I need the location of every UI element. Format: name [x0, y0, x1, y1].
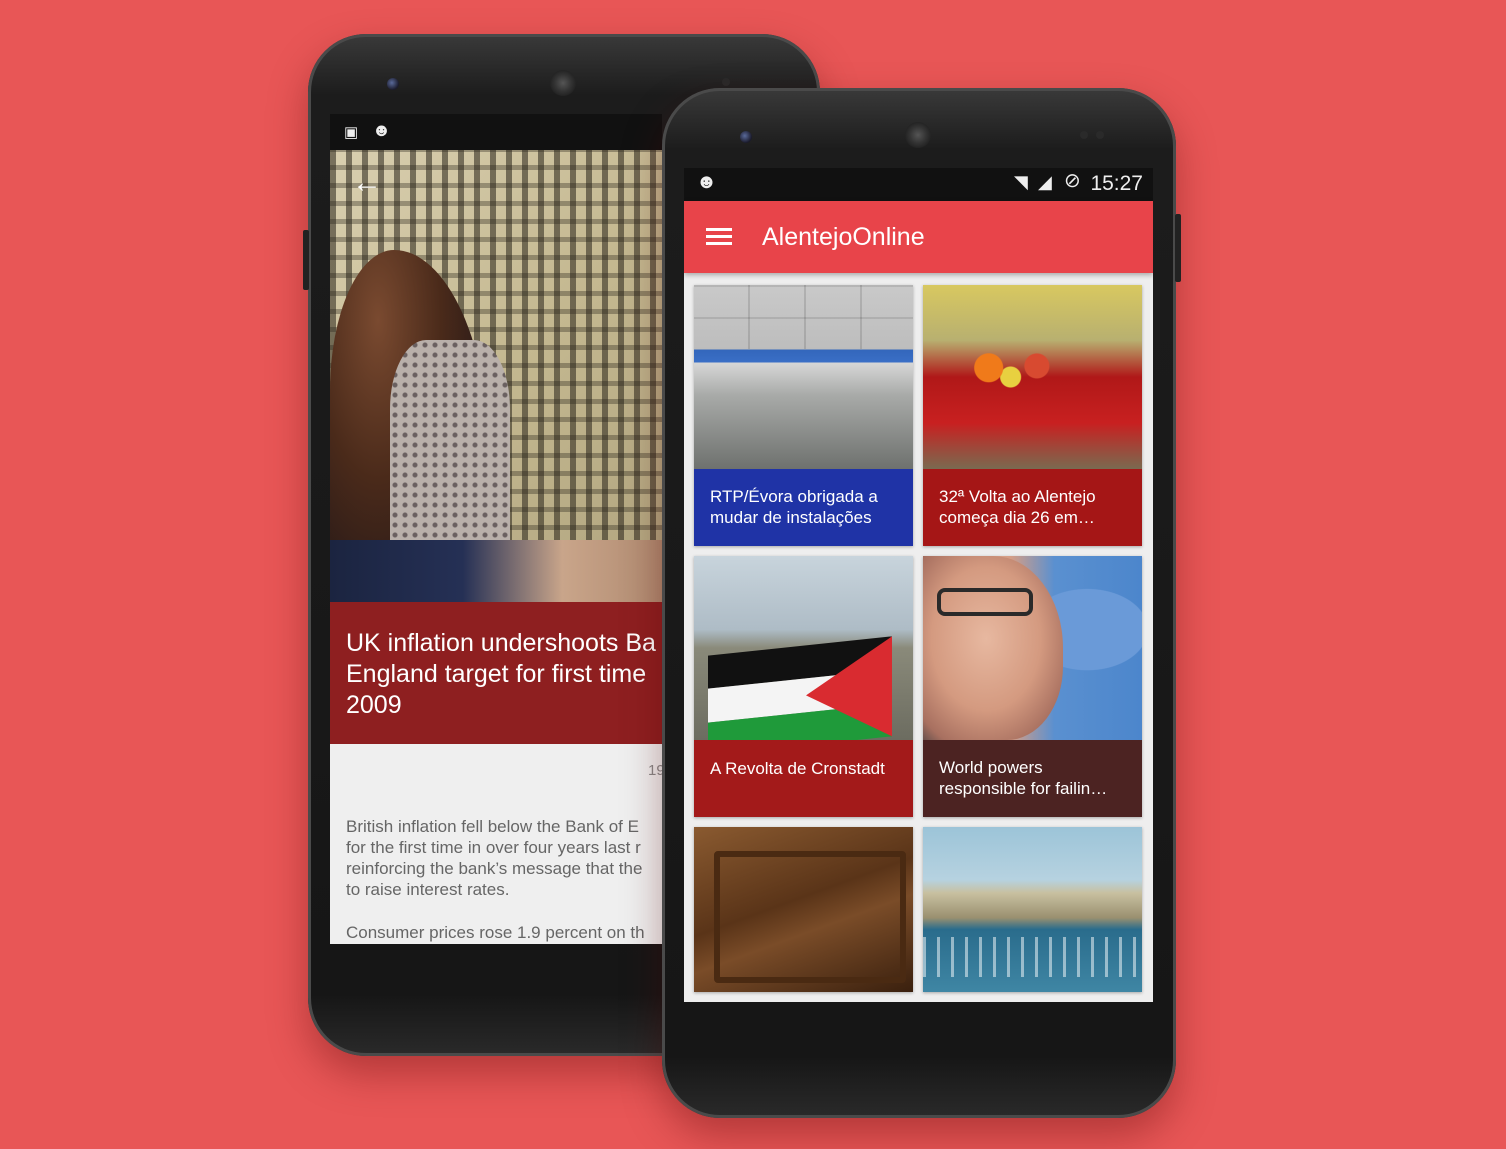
- power-button: [1175, 214, 1181, 282]
- hero-sweater-shape: [390, 340, 510, 570]
- cyanogen-icon: ☻: [696, 171, 718, 193]
- status-bar: ▣ ☻: [330, 114, 662, 150]
- wifi-icon: ◥: [1014, 172, 1028, 192]
- back-arrow-icon[interactable]: ←: [352, 168, 382, 198]
- news-card-caption: World powers responsible for failin…: [923, 740, 1142, 817]
- article-title-block: UK inflation undershoots Ba England targ…: [330, 602, 662, 744]
- front-camera: [740, 131, 752, 143]
- hamburger-menu-icon[interactable]: [706, 228, 734, 246]
- news-card-image: [923, 285, 1142, 469]
- news-card-image: [923, 556, 1142, 740]
- proximity-sensor: [722, 78, 730, 86]
- article-title: UK inflation undershoots Ba England targ…: [346, 629, 656, 719]
- earpiece-speaker: [905, 122, 931, 148]
- news-card[interactable]: [694, 827, 913, 992]
- flag-shape: [708, 636, 892, 756]
- news-card[interactable]: 32ª Volta ao Alentejo começa dia 26 em…: [923, 285, 1142, 546]
- news-card-image: [923, 827, 1142, 992]
- volume-button: [303, 230, 309, 290]
- news-card-title-line: World powers: [939, 758, 1043, 777]
- article-screen: ▣ ☻ ← UK inflation undershoots Ba Englan…: [330, 114, 662, 944]
- front-camera: [387, 78, 399, 90]
- hero-legs-shape: [330, 540, 662, 602]
- news-card[interactable]: World powers responsible for failin…: [923, 556, 1142, 817]
- portrait-shape: [923, 556, 1063, 740]
- news-card-title-line: começa dia 26 em…: [939, 508, 1095, 527]
- app-bar: AlentejoOnline: [684, 201, 1153, 273]
- app-title: AlentejoOnline: [762, 223, 925, 251]
- news-card-title-line: responsible for failin…: [939, 779, 1108, 798]
- article-hero-image: [330, 150, 662, 602]
- news-card-title-line: RTP/Évora obrigada a: [710, 487, 878, 506]
- status-bar: ☻ ◥ ◢ ⊘ 15:27: [684, 168, 1153, 201]
- news-card-title-line: 32ª Volta ao Alentejo: [939, 487, 1096, 506]
- article-date: 19: [648, 762, 662, 779]
- image-icon: ▣: [344, 124, 359, 141]
- news-card-image: [694, 556, 913, 756]
- news-card[interactable]: RTP/Évora obrigada a mudar de instalaçõe…: [694, 285, 913, 546]
- status-clock: 15:27: [1090, 172, 1143, 195]
- cyanogen-icon: ☻: [372, 120, 391, 140]
- news-card-caption: A Revolta de Cronstadt: [694, 740, 913, 817]
- news-card-image: [694, 285, 913, 469]
- news-card-title-line: A Revolta de Cronstadt: [710, 759, 885, 778]
- article-body-paragraph: British inflation fell below the Bank of…: [346, 817, 643, 899]
- proximity-sensor: [1096, 131, 1104, 139]
- news-card-caption: 32ª Volta ao Alentejo começa dia 26 em…: [923, 469, 1142, 546]
- news-card-title-line: mudar de instalações: [710, 508, 872, 527]
- news-card-image: [694, 827, 913, 992]
- proximity-sensor: [1080, 131, 1088, 139]
- news-card[interactable]: [923, 827, 1142, 992]
- news-card[interactable]: A Revolta de Cronstadt: [694, 556, 913, 817]
- article-body-paragraph: Consumer prices rose 1.9 percent on th: [346, 923, 645, 942]
- earpiece-speaker: [550, 70, 576, 96]
- news-list-screen: ☻ ◥ ◢ ⊘ 15:27 AlentejoOnline RTP/Évora o…: [684, 168, 1153, 1002]
- glasses-shape: [937, 588, 1033, 616]
- signal-icon: ◢: [1038, 172, 1052, 192]
- news-card-caption: RTP/Évora obrigada a mudar de instalaçõe…: [694, 469, 913, 546]
- battery-charging-icon: ⊘: [1064, 170, 1081, 192]
